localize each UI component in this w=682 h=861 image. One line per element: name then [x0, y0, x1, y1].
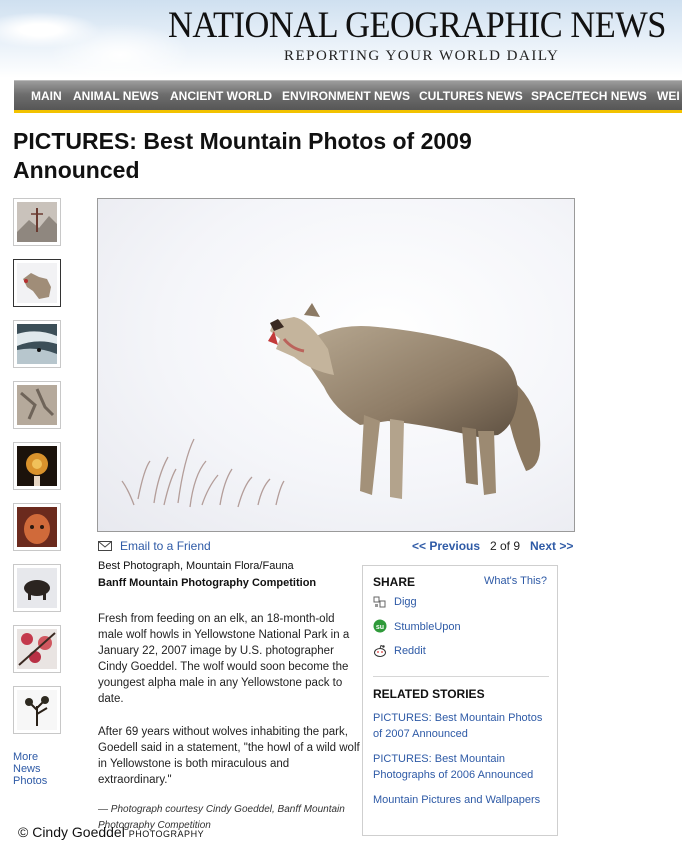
- watermark-name: © Cindy Goeddel: [18, 824, 125, 840]
- share-divider: [373, 676, 549, 677]
- rock-thumbnail: [17, 385, 57, 425]
- share-panel: SHARE What's This? Digg su StumbleUpon R…: [362, 565, 558, 836]
- howling-wolf-image: [121, 303, 541, 508]
- related-story-link[interactable]: Mountain Pictures and Wallpapers: [373, 792, 553, 808]
- photographer-watermark: © Cindy Goeddel PHOTOGRAPHY: [18, 824, 204, 840]
- reddit-icon: [374, 644, 386, 657]
- main-nav: MAIN ANIMAL NEWS ANCIENT WORLD ENVIRONME…: [14, 80, 682, 111]
- page-title: PICTURES: Best Mountain Photos of 2009 A…: [13, 128, 472, 183]
- thumbnail-flower[interactable]: [13, 442, 61, 490]
- blossom-thumbnail: [17, 629, 57, 669]
- thumbnail-blossom[interactable]: [13, 625, 61, 673]
- share-digg-link[interactable]: Digg: [394, 594, 417, 610]
- caption-paragraph: Fresh from feeding on an elk, an 18-mont…: [98, 613, 350, 705]
- related-story-link[interactable]: PICTURES: Best Mountain Photos of 2007 A…: [373, 710, 553, 742]
- svg-text:su: su: [376, 624, 384, 631]
- thumbnail-tree[interactable]: [13, 686, 61, 734]
- nav-accent-bar: [14, 110, 682, 113]
- nav-item-ancient-world[interactable]: ANCIENT WORLD: [170, 89, 272, 103]
- email-to-friend-label: Email to a Friend: [120, 539, 211, 553]
- nav-item-environment-news[interactable]: ENVIRONMENT NEWS: [282, 89, 410, 103]
- nav-item-main[interactable]: MAIN: [31, 89, 62, 103]
- share-stumbleupon-link[interactable]: StumbleUpon: [394, 619, 461, 635]
- photo-counter: 2 of 9: [490, 539, 521, 553]
- digg-icon: [373, 596, 386, 608]
- nav-item-space-tech-news[interactable]: SPACE/TECH NEWS: [531, 89, 647, 103]
- child-portrait-thumbnail: [17, 507, 57, 547]
- more-news-photos-link[interactable]: More News Photos: [13, 751, 53, 787]
- thumbnail-wolf[interactable]: [13, 259, 61, 307]
- related-story-link[interactable]: PICTURES: Best Mountain Photographs of 2…: [373, 751, 553, 783]
- nav-item-weird-news[interactable]: WEI: [657, 89, 680, 103]
- competition-name: Banff Mountain Photography Competition: [98, 577, 317, 589]
- share-heading: SHARE: [373, 575, 416, 589]
- thumbnail-rock[interactable]: [13, 381, 61, 429]
- site-title[interactable]: NATIONAL GEOGRAPHIC NEWS: [168, 4, 666, 47]
- bison-thumbnail: [17, 568, 57, 608]
- watermark-photography: PHOTOGRAPHY: [128, 829, 205, 839]
- main-photo: [97, 198, 575, 532]
- more-news-photos-label: More News Photos: [13, 751, 48, 787]
- envelope-icon: [98, 541, 112, 551]
- climber-thumbnail: [17, 202, 57, 242]
- skier-thumbnail: [17, 324, 57, 364]
- email-to-friend-link[interactable]: Email to a Friend: [98, 539, 211, 553]
- thumbnail-child-portrait[interactable]: [13, 503, 61, 551]
- thumbnail-skier[interactable]: [13, 320, 61, 368]
- nav-item-cultures-news[interactable]: CULTURES NEWS: [419, 89, 523, 103]
- photo-category: Best Photograph, Mountain Flora/Fauna: [98, 560, 294, 572]
- related-stories-heading: RELATED STORIES: [373, 687, 485, 701]
- caption-paragraph: After 69 years without wolves inhabiting…: [98, 726, 360, 786]
- thumbnail-bison[interactable]: [13, 564, 61, 612]
- share-reddit-link[interactable]: Reddit: [394, 643, 426, 659]
- nav-item-animal-news[interactable]: ANIMAL NEWS: [73, 89, 159, 103]
- previous-photo-link[interactable]: << Previous: [412, 539, 480, 553]
- thumbnail-climber[interactable]: [13, 198, 61, 246]
- stumbleupon-icon: su: [373, 619, 387, 633]
- flower-thumbnail: [17, 446, 57, 486]
- tree-thumbnail: [17, 690, 57, 730]
- site-tagline: REPORTING YOUR WORLD DAILY: [284, 48, 560, 64]
- whats-this-link[interactable]: What's This?: [484, 573, 547, 589]
- next-photo-link[interactable]: Next >>: [530, 539, 573, 553]
- wolf-thumbnail: [17, 263, 57, 303]
